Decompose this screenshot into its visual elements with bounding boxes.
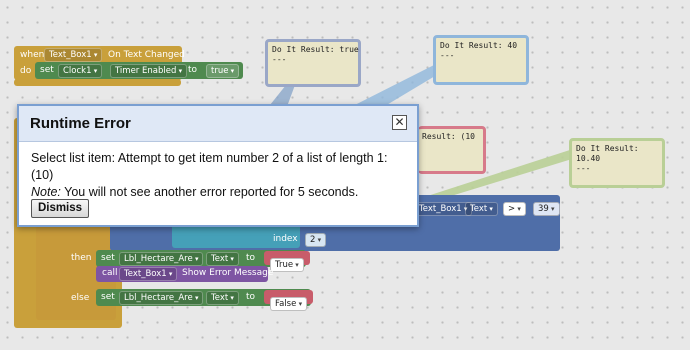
index-label: index [273, 234, 298, 244]
textbox-ref-dropdown[interactable]: Text_Box1 [414, 202, 473, 216]
compare-op-dropdown[interactable]: > [503, 202, 526, 216]
then-set: set [101, 253, 115, 263]
note-text: You will not see another error reported … [60, 185, 359, 199]
else-set: set [101, 292, 115, 302]
timer-value-dropdown[interactable]: true [206, 64, 240, 78]
result-bubble-true[interactable]: Do It Result: true --- [265, 39, 361, 87]
else-to: to [246, 292, 256, 302]
then-property-dropdown[interactable]: Text [206, 252, 239, 266]
index-value[interactable]: 2 [305, 233, 327, 247]
event-name: On Text Changed [108, 50, 185, 60]
then-component-dropdown[interactable]: Lbl_Hectare_Are [119, 252, 204, 266]
compare-value[interactable]: 39 [533, 202, 560, 216]
call-method: Show Error Message [182, 268, 274, 278]
keyword-do: do [20, 66, 32, 76]
call-component-dropdown[interactable]: Text_Box1 [119, 267, 178, 281]
then-bool-block[interactable]: True [264, 251, 310, 272]
else-property-dropdown[interactable]: Text [206, 291, 239, 305]
set-property-dropdown[interactable]: Timer Enabled [110, 64, 188, 78]
text-prop-dropdown[interactable]: Text [465, 202, 498, 216]
then-label: then [71, 253, 92, 263]
runtime-error-dialog: Runtime Error ✕ Select list item: Attemp… [17, 104, 419, 227]
event-block-footer [14, 79, 181, 86]
then-to: to [246, 253, 256, 263]
keyword-when: when [20, 50, 45, 60]
error-message: Select list item: Attempt to get item nu… [31, 151, 388, 182]
dialog-body: Select list item: Attempt to get item nu… [19, 142, 417, 201]
dismiss-button[interactable]: Dismiss [31, 199, 89, 218]
keyword-set: set [40, 65, 54, 75]
result-bubble-40[interactable]: Do It Result: 40 --- [433, 35, 529, 85]
close-icon[interactable]: ✕ [392, 115, 407, 130]
then-value-dropdown[interactable]: True [270, 258, 304, 272]
else-component-dropdown[interactable]: Lbl_Hectare_Are [119, 291, 204, 305]
keyword-to: to [188, 65, 198, 75]
note-label: Note: [31, 185, 61, 199]
set-component-dropdown[interactable]: Clock1 [58, 64, 103, 78]
result-bubble-list[interactable]: Result: (10 [418, 126, 486, 174]
dialog-title: Runtime Error [19, 106, 417, 142]
else-value-dropdown[interactable]: False [270, 297, 308, 311]
else-bool-block[interactable]: False [264, 290, 314, 311]
call-label: call [102, 268, 118, 278]
else-label: else [71, 293, 90, 303]
result-bubble-1040[interactable]: Do It Result: 10.40 --- [569, 138, 665, 188]
event-component-dropdown[interactable]: Text_Box1 [44, 48, 103, 62]
